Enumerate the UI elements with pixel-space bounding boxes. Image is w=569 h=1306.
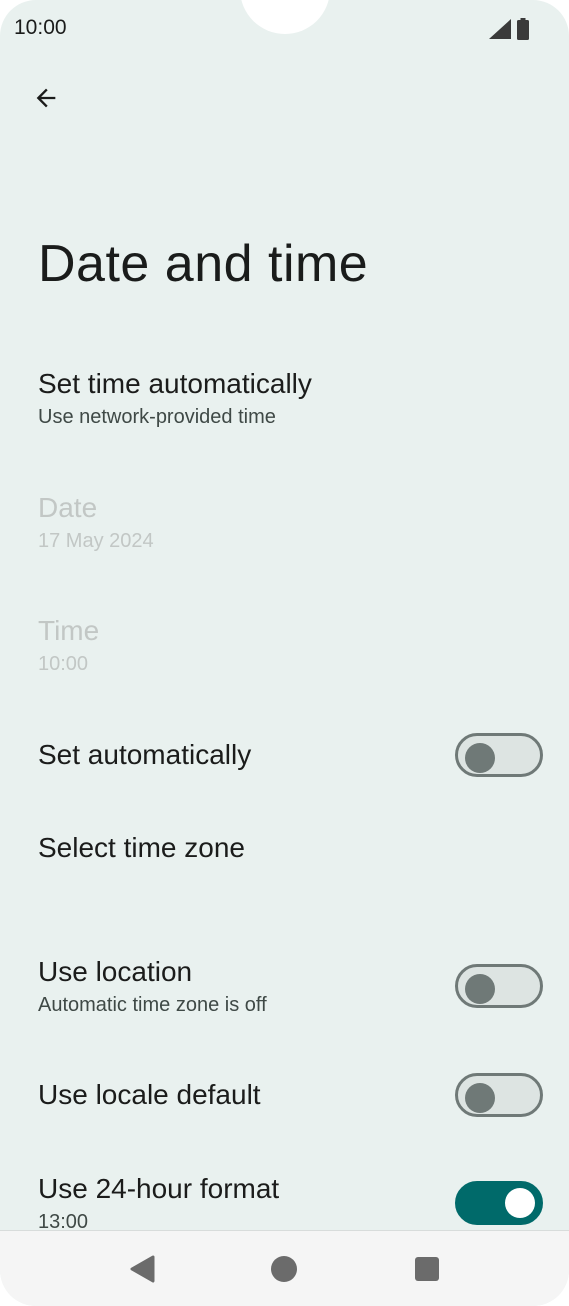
use-locale-default-toggle[interactable]	[455, 1073, 543, 1117]
status-icons	[489, 18, 529, 40]
phone-screen: 10:00 Date and time Set time automatical…	[0, 0, 569, 1306]
date-summary: 17 May 2024	[38, 530, 154, 552]
toggle-thumb	[465, 974, 495, 1004]
back-triangle-icon	[130, 1255, 155, 1283]
nav-recents-button[interactable]	[411, 1253, 443, 1285]
select-time-zone-item[interactable]: Select time zone	[38, 830, 543, 866]
navigation-bar	[0, 1230, 569, 1306]
set-time-automatically-summary: Use network-provided time	[38, 406, 276, 428]
nav-home-button[interactable]	[268, 1253, 300, 1285]
set-automatically-item[interactable]: Set automatically	[38, 733, 543, 777]
toggle-thumb	[465, 1083, 495, 1113]
camera-notch	[240, 0, 330, 34]
toggle-thumb	[465, 743, 495, 773]
time-title: Time	[38, 615, 100, 646]
home-circle-icon	[271, 1256, 297, 1282]
set-time-automatically-item[interactable]: Set time automatically Use network-provi…	[38, 366, 543, 430]
signal-icon	[489, 19, 511, 39]
status-time: 10:00	[14, 16, 67, 39]
use-location-toggle[interactable]	[455, 964, 543, 1008]
use-location-item[interactable]: Use location Automatic time zone is off	[38, 954, 543, 1020]
time-summary: 10:00	[38, 653, 89, 675]
select-time-zone-title: Select time zone	[38, 832, 245, 863]
time-item: Time 10:00	[38, 613, 543, 677]
page-title: Date and time	[38, 235, 369, 293]
set-time-automatically-title: Set time automatically	[38, 368, 312, 399]
set-automatically-toggle[interactable]	[455, 733, 543, 777]
use-24-hour-format-toggle[interactable]	[455, 1181, 543, 1225]
date-title: Date	[38, 492, 98, 523]
nav-back-button[interactable]	[126, 1253, 158, 1285]
toggle-thumb	[505, 1188, 535, 1218]
use-24-hour-format-item[interactable]: Use 24-hour format 13:00	[38, 1171, 543, 1237]
use-locale-default-item[interactable]: Use locale default	[38, 1073, 543, 1117]
back-button[interactable]	[26, 78, 66, 118]
recents-square-icon	[415, 1257, 439, 1281]
battery-icon	[517, 18, 529, 40]
arrow-back-icon	[36, 88, 56, 108]
date-item: Date 17 May 2024	[38, 490, 543, 554]
